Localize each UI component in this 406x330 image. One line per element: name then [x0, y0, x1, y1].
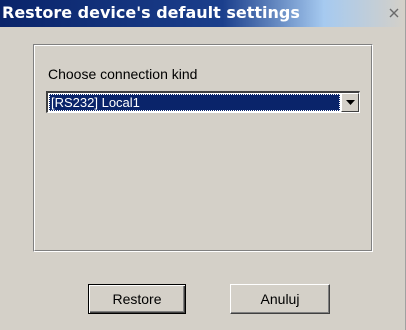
connection-kind-selected-value[interactable]: [RS232] Local1: [49, 94, 340, 111]
dialog-window: Restore device's default settings Choose…: [0, 0, 406, 330]
close-icon[interactable]: [387, 6, 401, 20]
window-title: Restore device's default settings: [2, 3, 300, 22]
cancel-button[interactable]: Anuluj: [230, 284, 330, 314]
connection-kind-label: Choose connection kind: [48, 66, 198, 82]
dropdown-button[interactable]: [341, 93, 359, 112]
restore-button[interactable]: Restore: [88, 284, 186, 314]
connection-kind-select[interactable]: [RS232] Local1: [46, 91, 360, 113]
chevron-down-icon: [345, 99, 355, 105]
title-bar[interactable]: Restore device's default settings: [0, 0, 405, 27]
